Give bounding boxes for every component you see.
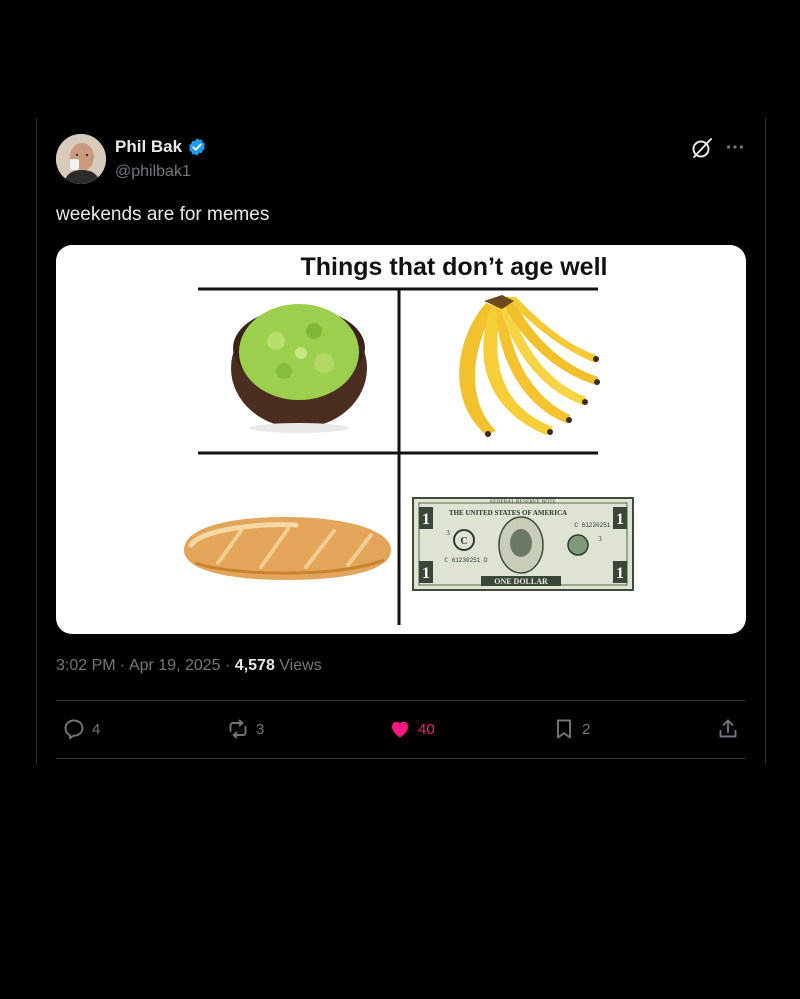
bill-district-left: 3 [446,529,450,537]
bill-serial-bottom: C 61230251 D [444,557,488,564]
avatar-photo [56,134,106,184]
share-icon [719,719,737,738]
divider [56,758,746,759]
bookmark-icon [557,719,571,739]
timeline-right-border [765,118,766,764]
views-count: 4,578 [234,657,275,674]
verified-badge-icon [189,138,206,156]
repost-button[interactable]: 3 [226,714,264,744]
meme-grid: 1 1 1 1 FEDERAL RESERVE NOTE THE UNITED … [184,287,634,625]
repost-count: 3 [256,720,265,738]
reply-icon [64,719,84,740]
bill-serial-top: C 61230251 D [574,522,618,529]
bill-top-banner: FEDERAL RESERVE NOTE [490,499,557,505]
bill-denomination: ONE DOLLAR [494,577,548,586]
post-text: weekends are for memes [56,204,270,225]
dollar-bill-image: 1 1 1 1 FEDERAL RESERVE NOTE THE UNITED … [412,497,634,591]
bill-country-text: THE UNITED STATES OF AMERICA [449,509,567,517]
guacamole-bowl-image [231,304,367,433]
like-button[interactable]: 40 [388,714,435,744]
divider [56,700,746,701]
author-handle[interactable]: @philbak1 [115,163,191,181]
author-name-row[interactable]: Phil Bak [115,137,207,157]
post-date[interactable]: Apr 19, 2025 [129,657,221,674]
separator: · [225,657,231,674]
bill-corner-bottom-right: 1 [616,565,624,582]
bill-seal-letter: C [460,536,467,547]
separator: · [120,657,126,674]
post-timestamp-row: 3:02 PM · Apr 19, 2025 · 4,578 Views [56,657,322,675]
heart-filled-icon [392,721,408,738]
baguette-image [184,517,391,580]
reply-count: 4 [92,720,101,738]
more-options-icon[interactable] [724,136,746,158]
grok-icon[interactable] [690,136,714,160]
timeline-left-border [36,118,37,764]
bill-corner-bottom-left: 1 [422,565,430,582]
repost-icon [229,719,247,739]
bill-corner-top-left: 1 [422,511,430,528]
post-time[interactable]: 3:02 PM [56,657,116,674]
author-name[interactable]: Phil Bak [115,137,182,157]
bill-district-right: 3 [598,535,602,543]
share-button[interactable] [716,714,740,744]
bananas-image [459,295,600,437]
bookmark-count: 2 [582,720,591,738]
reply-button[interactable]: 4 [62,714,100,744]
post-media-image[interactable]: Things that don’t age well 1 1 1 1 FEDER… [56,245,746,634]
avatar[interactable] [56,134,106,184]
like-count: 40 [418,720,435,738]
bookmark-button[interactable]: 2 [552,714,590,744]
views-label: Views [279,657,322,674]
